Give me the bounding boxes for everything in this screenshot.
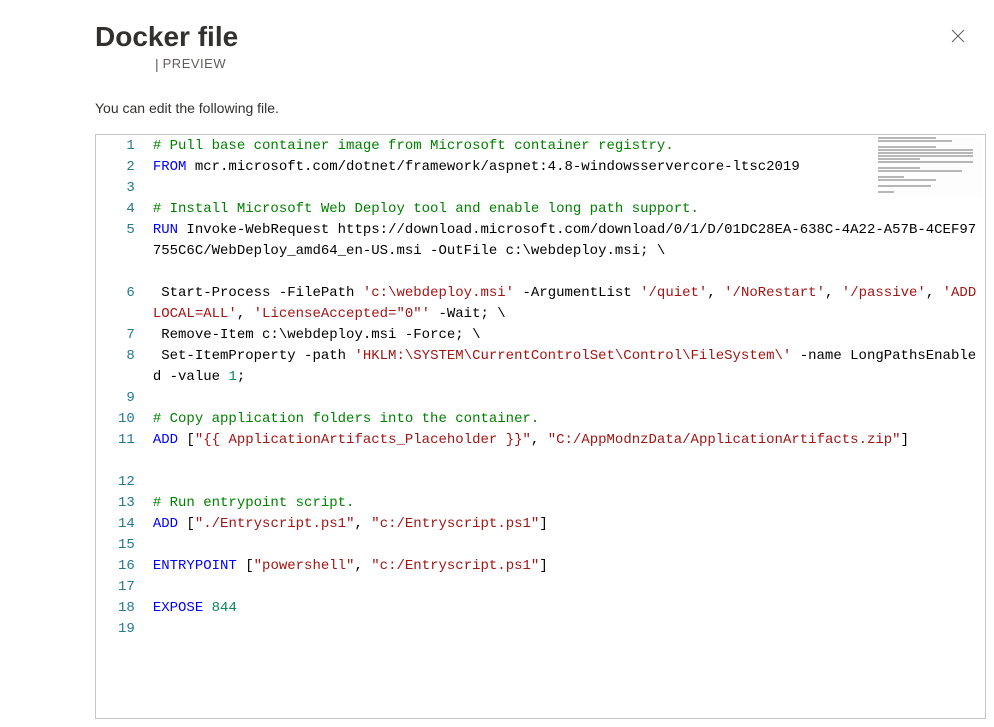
- code-line[interactable]: ADD ["./Entryscript.ps1", "c:/Entryscrip…: [153, 514, 981, 535]
- code-line[interactable]: # Install Microsoft Web Deploy tool and …: [153, 199, 981, 220]
- code-content[interactable]: # Pull base container image from Microso…: [149, 135, 985, 718]
- code-line[interactable]: # Copy application folders into the cont…: [153, 409, 981, 430]
- preview-badge: PREVIEW: [163, 56, 226, 71]
- panel-description: You can edit the following file.: [95, 100, 994, 116]
- subtitle-row: | PREVIEW: [155, 56, 238, 72]
- code-line[interactable]: RUN Invoke-WebRequest https://download.m…: [153, 220, 981, 283]
- close-button[interactable]: [942, 20, 974, 52]
- close-icon: [951, 29, 965, 43]
- code-line[interactable]: [153, 388, 981, 409]
- editor-scroll[interactable]: 12345..6.78.91011.1213141516171819 # Pul…: [96, 135, 985, 718]
- subtitle-pipe: |: [155, 56, 159, 72]
- code-line[interactable]: Set-ItemProperty -path 'HKLM:\SYSTEM\Cur…: [153, 346, 981, 388]
- title-block: Docker file | PREVIEW: [95, 20, 238, 72]
- code-line[interactable]: EXPOSE 844: [153, 598, 981, 619]
- code-line[interactable]: [153, 472, 981, 493]
- panel-header: Docker file | PREVIEW: [95, 0, 994, 72]
- code-line[interactable]: [153, 577, 981, 598]
- code-line[interactable]: Start-Process -FilePath 'c:\webdeploy.ms…: [153, 283, 981, 325]
- code-line[interactable]: FROM mcr.microsoft.com/dotnet/framework/…: [153, 157, 981, 178]
- code-line[interactable]: ENTRYPOINT ["powershell", "c:/Entryscrip…: [153, 556, 981, 577]
- code-line[interactable]: # Pull base container image from Microso…: [153, 136, 981, 157]
- code-line[interactable]: Remove-Item c:\webdeploy.msi -Force; \: [153, 325, 981, 346]
- panel-title: Docker file: [95, 20, 238, 54]
- code-line[interactable]: [153, 535, 981, 556]
- code-line[interactable]: [153, 619, 981, 640]
- line-number-gutter: 12345..6.78.91011.1213141516171819: [96, 135, 149, 718]
- code-line[interactable]: [153, 178, 981, 199]
- code-editor[interactable]: 12345..6.78.91011.1213141516171819 # Pul…: [95, 134, 986, 719]
- code-line[interactable]: ADD ["{{ ApplicationArtifacts_Placeholde…: [153, 430, 981, 472]
- dockerfile-panel: Docker file | PREVIEW You can edit the f…: [0, 0, 994, 727]
- code-line[interactable]: # Run entrypoint script.: [153, 493, 981, 514]
